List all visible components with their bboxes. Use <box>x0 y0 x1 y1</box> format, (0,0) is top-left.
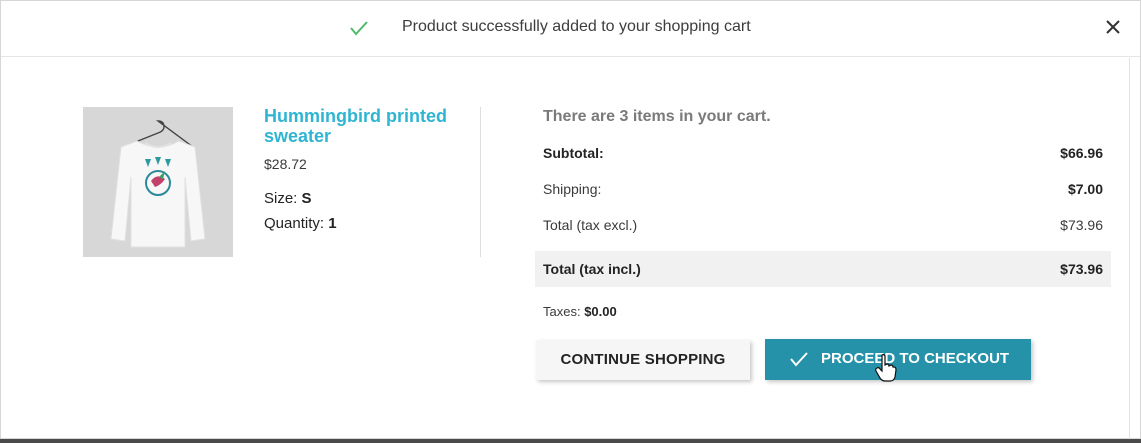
cart-modal: Product successfully added to your shopp… <box>0 0 1141 440</box>
modal-right-edge <box>1129 58 1130 440</box>
total-excl-label: Total (tax excl.) <box>543 217 638 233</box>
cart-count: There are 3 items in your cart. <box>543 108 771 125</box>
taxes-label: Taxes: <box>543 304 581 319</box>
subtotal-row: Subtotal: $66.96 <box>535 135 1111 171</box>
product-quantity: Quantity: 1 <box>264 215 337 232</box>
shipping-label: Shipping: <box>543 181 602 197</box>
column-divider <box>480 107 481 257</box>
total-excl-value: $73.96 <box>1060 217 1103 233</box>
shipping-value: $7.00 <box>1067 181 1103 197</box>
proceed-to-checkout-button[interactable]: PROCEED TO CHECKOUT <box>765 339 1031 380</box>
size-label: Size: <box>264 190 298 207</box>
taxes-line: Taxes: $0.00 <box>543 304 617 319</box>
total-incl-row: Total (tax incl.) $73.96 <box>535 251 1111 287</box>
continue-shopping-button[interactable]: CONTINUE SHOPPING <box>536 340 750 380</box>
hand-cursor-icon <box>875 354 897 382</box>
size-value: S <box>301 190 312 207</box>
check-icon <box>350 21 368 36</box>
sweater-image <box>83 107 233 257</box>
close-icon[interactable] <box>1102 16 1124 38</box>
modal-header: Product successfully added to your shopp… <box>1 1 1140 57</box>
total-excl-row: Total (tax excl.) $73.96 <box>535 207 1111 243</box>
total-incl-label: Total (tax incl.) <box>543 261 641 277</box>
checkout-label: PROCEED TO CHECKOUT <box>821 350 1010 367</box>
quantity-value: 1 <box>328 215 337 232</box>
taxes-value: $0.00 <box>584 304 617 319</box>
check-icon <box>790 352 808 367</box>
total-incl-value: $73.96 <box>1060 261 1103 277</box>
product-price: $28.72 <box>264 156 307 172</box>
subtotal-label: Subtotal: <box>543 145 604 161</box>
backdrop-strip <box>0 439 1141 443</box>
modal-title: Product successfully added to your shopp… <box>402 18 751 35</box>
subtotal-value: $66.96 <box>1060 145 1103 161</box>
quantity-label: Quantity: <box>264 215 325 232</box>
product-name[interactable]: Hummingbird printed sweater <box>264 106 474 146</box>
shipping-row: Shipping: $7.00 <box>535 171 1111 207</box>
product-size: Size: S <box>264 190 312 207</box>
